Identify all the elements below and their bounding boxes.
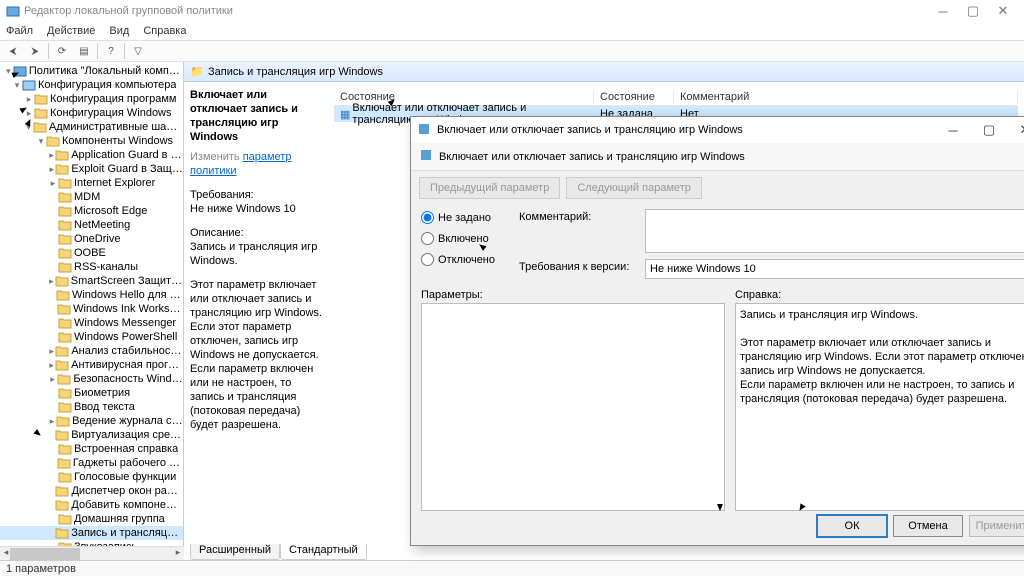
statusbar: 1 параметров <box>0 560 1024 576</box>
minimize-button[interactable]: ─ <box>928 4 958 19</box>
ok-button[interactable]: ОК <box>817 515 887 537</box>
tree-item[interactable]: Биометрия <box>0 386 183 400</box>
scroll-right-icon[interactable]: ▸ <box>172 547 184 558</box>
tree-item[interactable]: Безопасность Windows <box>0 372 183 386</box>
tree-item[interactable]: OOBE <box>0 246 183 260</box>
dialog-close[interactable]: ✕ <box>1007 122 1024 138</box>
tree-computer-config[interactable]: Конфигурация компьютера <box>0 78 183 92</box>
dialog-subhead: Включает или отключает запись и трансляц… <box>439 151 745 163</box>
status-text: 1 параметров <box>6 563 76 575</box>
desc-value: Запись и трансляция игр Windows. <box>190 241 317 267</box>
menu-action[interactable]: Действие <box>47 25 95 37</box>
refresh-icon[interactable]: ⟳ <box>53 42 71 60</box>
detail-header: Запись и трансляция игр Windows <box>208 66 383 78</box>
menu-file[interactable]: Файл <box>6 25 33 37</box>
params-label: Параметры: <box>421 289 725 301</box>
tab-extended[interactable]: Расширенный <box>190 544 280 560</box>
close-button[interactable]: ✕ <box>988 3 1018 19</box>
tree-item[interactable]: Exploit Guard в Защитнике Wi <box>0 162 183 176</box>
tree-winconf[interactable]: Конфигурация Windows <box>0 106 183 120</box>
col-name[interactable]: Состояние <box>334 91 594 103</box>
params-pane <box>421 303 725 511</box>
dialog-title: Включает или отключает запись и трансляц… <box>437 124 743 136</box>
gpedit-icon <box>6 4 20 18</box>
tree-item[interactable]: Встроенная справка <box>0 442 183 456</box>
policy-item-icon: ▦ <box>340 108 350 121</box>
maximize-button[interactable]: ▢ <box>958 3 988 19</box>
tree-item[interactable]: Ввод текста <box>0 400 183 414</box>
folder-icon: 📁 <box>190 65 204 78</box>
tree-item[interactable]: Антивирусная программа "Зац <box>0 358 183 372</box>
req-value: Не ниже Windows 10 <box>190 203 296 215</box>
tree-item[interactable]: Диспетчер окон рабочего сто <box>0 484 183 498</box>
tree-root[interactable]: Политика "Локальный компьютер" <box>0 64 183 78</box>
desc-extra: Этот параметр включает или отключает зап… <box>190 278 326 432</box>
window-title: Редактор локальной групповой политики <box>24 5 233 17</box>
forward-icon[interactable]: ⮞ <box>26 42 44 60</box>
tree-soft[interactable]: Конфигурация программ <box>0 92 183 106</box>
dialog-sub-icon <box>419 148 433 165</box>
scroll-thumb[interactable] <box>10 548 80 560</box>
tree-item[interactable]: SmartScreen Защитника Window <box>0 274 183 288</box>
policy-title: Включает или отключает запись и трансляц… <box>190 88 326 144</box>
tree-item[interactable]: Анализ стабильности Window <box>0 344 183 358</box>
tree-item[interactable]: Windows Hello для бизнеса <box>0 288 183 302</box>
tree-item[interactable]: Internet Explorer <box>0 176 183 190</box>
menu-help[interactable]: Справка <box>143 25 186 37</box>
nav-tree[interactable]: Политика "Локальный компьютер"Конфигурац… <box>0 62 184 560</box>
dialog-icon <box>417 122 431 139</box>
tab-standard[interactable]: Стандартный <box>280 544 367 560</box>
version-label: Требования к версии: <box>519 259 639 273</box>
tree-item[interactable]: Гаджеты рабочего стола <box>0 456 183 470</box>
back-icon[interactable]: ⮜ <box>4 42 22 60</box>
tree-item[interactable]: MDM <box>0 190 183 204</box>
apply-button: Применить <box>969 515 1024 537</box>
titlebar: Редактор локальной групповой политики ─ … <box>0 0 1024 22</box>
radio-notset[interactable]: Не задано <box>421 211 505 224</box>
radio-enabled[interactable]: Включено <box>421 232 505 245</box>
edit-label: Изменить <box>190 151 243 163</box>
help-pane[interactable] <box>735 303 1024 511</box>
tree-item[interactable]: Голосовые функции <box>0 470 183 484</box>
tree-components[interactable]: Компоненты Windows <box>0 134 183 148</box>
dialog-minimize[interactable]: ─ <box>935 123 971 138</box>
tree-item[interactable]: Ведение журнала событий <box>0 414 183 428</box>
tree-item[interactable]: Windows PowerShell <box>0 330 183 344</box>
toolbar: ⮜ ⮞ ⟳ ▤ ? ▽ <box>0 40 1024 62</box>
version-value <box>645 259 1024 279</box>
radio-disabled[interactable]: Отключено <box>421 253 505 266</box>
tree-admin[interactable]: Административные шаблоны <box>0 120 183 134</box>
policy-dialog: Включает или отключает запись и трансляц… <box>410 116 1024 546</box>
tree-item[interactable]: OneDrive <box>0 232 183 246</box>
req-label: Требования: <box>190 189 254 201</box>
menubar: Файл Действие Вид Справка <box>0 22 1024 40</box>
col-state[interactable]: Состояние <box>594 91 674 103</box>
desc-label: Описание: <box>190 227 244 239</box>
help-label: Справка: <box>735 289 1024 301</box>
tree-item[interactable]: Microsoft Edge <box>0 204 183 218</box>
tree-item[interactable]: Добавить компоненты в Wind <box>0 498 183 512</box>
dialog-maximize[interactable]: ▢ <box>971 122 1007 138</box>
filter-icon[interactable]: ▽ <box>129 42 147 60</box>
properties-icon[interactable]: ▤ <box>75 42 93 60</box>
tree-item[interactable]: Windows Messenger <box>0 316 183 330</box>
tree-item[interactable]: Windows Ink Workspace <box>0 302 183 316</box>
tree-item[interactable]: RSS-каналы <box>0 260 183 274</box>
menu-view[interactable]: Вид <box>109 25 129 37</box>
tree-item[interactable]: Application Guard в Защитнике <box>0 148 183 162</box>
tree-item[interactable]: Домашняя группа <box>0 512 183 526</box>
prev-policy-button: Предыдущий параметр <box>419 177 560 199</box>
help-icon[interactable]: ? <box>102 42 120 60</box>
col-comment[interactable]: Комментарий <box>674 91 1018 103</box>
tree-scrollbar[interactable]: ◂ ▸ <box>0 546 184 560</box>
tree-item[interactable]: Виртуализация средств взаим <box>0 428 183 442</box>
comment-input[interactable] <box>645 209 1024 253</box>
tree-item[interactable]: NetMeeting <box>0 218 183 232</box>
comment-label: Комментарий: <box>519 209 639 223</box>
next-policy-button: Следующий параметр <box>566 177 702 199</box>
tree-item[interactable]: Запись и трансляция игр Wind <box>0 526 183 540</box>
cancel-button[interactable]: Отмена <box>893 515 963 537</box>
